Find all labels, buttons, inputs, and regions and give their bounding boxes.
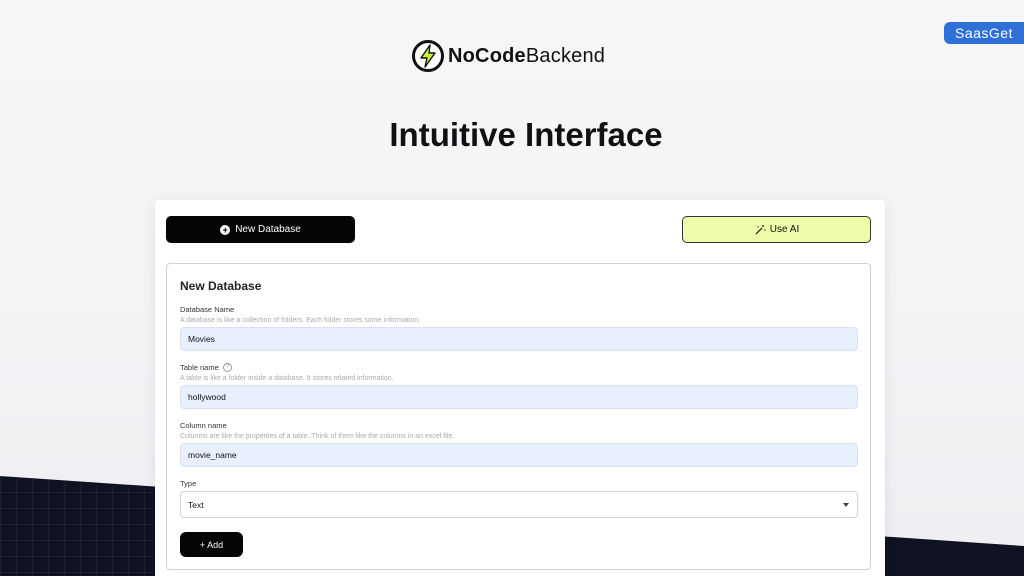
column-name-hint: Columns are like the properties of a tab… <box>180 433 455 440</box>
brand-logo: NoCodeBackend <box>412 40 605 72</box>
use-ai-label: Use AI <box>769 224 800 235</box>
form-title: New Database <box>180 279 262 293</box>
page-headline: Intuitive Interface <box>389 116 663 153</box>
column-name-field: Column name Columns are like the propert… <box>180 421 858 467</box>
column-name-input[interactable]: movie_name <box>180 443 858 467</box>
table-name-label: Table name <box>180 363 219 372</box>
new-database-button[interactable]: + New Database <box>166 216 355 243</box>
use-ai-button[interactable]: Use AI <box>682 216 871 243</box>
app-panel: + New Database Use AI New Database Datab… <box>155 200 885 576</box>
database-name-input[interactable]: Movies <box>180 327 858 351</box>
brand-name-regular: Backend <box>525 44 606 67</box>
new-database-form: New Database Database Name A database is… <box>166 263 871 570</box>
new-database-label: New Database <box>235 224 301 235</box>
magic-wand-icon <box>755 224 766 234</box>
table-name-field: Table name ? A table is like a folder in… <box>180 363 858 409</box>
brand-name-bold: NoCode <box>448 44 526 67</box>
type-select[interactable]: Text <box>180 491 858 518</box>
table-name-input[interactable]: hollywood <box>180 385 858 409</box>
table-name-label-row: Table name ? <box>180 363 858 372</box>
saasget-badge[interactable]: SaasGet <box>944 22 1024 44</box>
type-field: Type Text <box>180 479 858 518</box>
add-column-button[interactable]: + Add <box>180 532 243 557</box>
brand-name: NoCodeBackend <box>448 45 605 68</box>
type-select-value: Text <box>188 499 204 510</box>
plus-circle-icon: + <box>220 224 231 235</box>
database-name-label: Database Name <box>180 305 235 314</box>
type-label: Type <box>180 479 197 488</box>
database-name-hint: A database is like a collection of folde… <box>180 317 421 324</box>
background-grid-pattern <box>0 476 160 576</box>
chevron-down-icon <box>843 502 849 507</box>
database-name-field: Database Name A database is like a colle… <box>180 305 858 351</box>
table-name-hint: A table is like a folder inside a databa… <box>180 375 394 382</box>
column-name-label: Column name <box>180 421 227 430</box>
lightning-bolt-icon <box>412 40 444 72</box>
help-circle-icon[interactable]: ? <box>222 363 232 372</box>
